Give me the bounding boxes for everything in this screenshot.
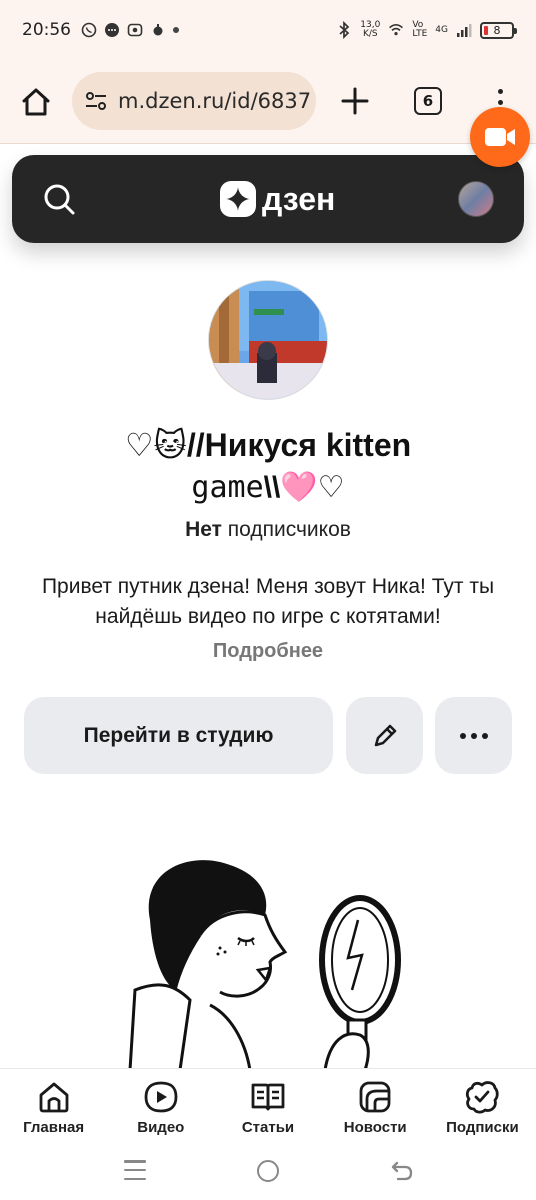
browser-toolbar: m.dzen.ru/id/6837 6 bbox=[0, 60, 536, 144]
news-icon bbox=[359, 1081, 391, 1113]
battery-level: 8 bbox=[493, 23, 501, 37]
net-speed-unit: K/S bbox=[362, 29, 378, 39]
nav-articles-label: Статьи bbox=[241, 1119, 295, 1136]
empty-state-illustration bbox=[120, 840, 420, 1070]
channel-avatar bbox=[208, 280, 328, 400]
status-bar: 20:56 13,0 K/S Vo LTE 4G 8 bbox=[0, 0, 536, 60]
menu-dot bbox=[497, 99, 503, 105]
status-time: 20:56 bbox=[22, 20, 71, 40]
nav-subscriptions-label: Подписки bbox=[446, 1119, 519, 1136]
plus-icon bbox=[341, 87, 369, 115]
articles-icon bbox=[251, 1083, 285, 1111]
avatar-image bbox=[209, 281, 327, 399]
channel-title-mono: game bbox=[191, 470, 264, 505]
nav-home-label: Главная bbox=[23, 1119, 85, 1136]
address-bar[interactable]: m.dzen.ru/id/6837 bbox=[72, 72, 316, 130]
dzen-header: дзен bbox=[12, 155, 524, 243]
nav-articles[interactable]: Статьи bbox=[214, 1069, 321, 1146]
recent-apps-button[interactable] bbox=[124, 1160, 146, 1180]
subscriber-count-rest: подписчиков bbox=[221, 518, 351, 541]
system-back-button[interactable] bbox=[390, 1158, 414, 1182]
volte-bottom: LTE bbox=[412, 29, 428, 39]
mirror-person-illustration bbox=[128, 860, 401, 1070]
nav-news-label: Новости bbox=[343, 1119, 407, 1136]
menu-line bbox=[124, 1177, 146, 1180]
pencil-icon bbox=[374, 724, 396, 746]
volte-indicator: Vo LTE bbox=[412, 21, 427, 39]
system-status-icons: 13,0 K/S Vo LTE 4G 8 bbox=[336, 21, 517, 39]
subscriber-count-bold: Нет bbox=[185, 518, 222, 541]
menu-dot bbox=[497, 89, 503, 94]
more-dot bbox=[459, 732, 466, 739]
nav-subscriptions[interactable]: Подписки bbox=[429, 1069, 536, 1146]
whatsapp-icon bbox=[81, 22, 97, 38]
subscriber-count: Нет подписчиков bbox=[20, 518, 516, 542]
nav-video-label: Видео bbox=[137, 1119, 185, 1136]
screen-record-button[interactable] bbox=[470, 107, 530, 167]
menu-line bbox=[124, 1168, 146, 1172]
site-settings-icon[interactable] bbox=[84, 89, 108, 113]
video-icon bbox=[144, 1081, 178, 1113]
url-text: m.dzen.ru/id/6837 bbox=[118, 89, 312, 113]
home-outline-icon bbox=[22, 88, 50, 116]
network-type: 4G bbox=[435, 24, 448, 35]
menu-line bbox=[124, 1160, 146, 1163]
go-to-studio-button[interactable]: Перейти в студию bbox=[24, 697, 333, 774]
new-tab-button[interactable] bbox=[338, 84, 372, 118]
nav-video[interactable]: Видео bbox=[107, 1069, 214, 1146]
search-icon bbox=[44, 184, 75, 215]
chat-icon bbox=[104, 22, 120, 38]
signal-icon bbox=[456, 22, 472, 38]
dzen-logo[interactable]: дзен bbox=[220, 180, 335, 218]
dzen-logo-text: дзен bbox=[262, 180, 336, 217]
record-icon bbox=[127, 22, 143, 38]
channel-title-line2: game\\🩷♡ bbox=[20, 468, 516, 508]
bluetooth-icon bbox=[336, 21, 352, 39]
app-icon bbox=[150, 22, 166, 38]
bottom-navigation: Главная Видео Статьи Новости Подписки bbox=[0, 1068, 536, 1146]
notification-icons bbox=[81, 22, 179, 38]
video-camera-icon bbox=[485, 128, 515, 146]
more-link[interactable]: Подробнее bbox=[20, 640, 516, 663]
more-dot bbox=[481, 732, 488, 739]
back-arrow-icon bbox=[391, 1161, 413, 1181]
channel-description: Привет путник дзена! Меня зовут Ника! Ту… bbox=[41, 575, 495, 628]
dzen-star-icon bbox=[220, 181, 256, 217]
subscriptions-icon bbox=[466, 1081, 500, 1114]
battery-indicator: 8 bbox=[480, 21, 517, 39]
home-icon bbox=[39, 1082, 68, 1113]
user-avatar[interactable] bbox=[458, 181, 494, 217]
system-home-button[interactable] bbox=[257, 1160, 279, 1182]
tab-switcher-button[interactable]: 6 bbox=[414, 87, 442, 115]
nav-news[interactable]: Новости bbox=[322, 1069, 429, 1146]
channel-title: ♡🐱//Никуся kitten bbox=[124, 427, 412, 463]
more-dot bbox=[470, 732, 477, 739]
more-notifications-icon bbox=[173, 27, 179, 33]
tab-count: 6 bbox=[422, 92, 434, 110]
wifi-icon bbox=[388, 22, 404, 38]
more-options-button[interactable] bbox=[435, 697, 512, 774]
search-button[interactable] bbox=[42, 182, 76, 216]
edit-button[interactable] bbox=[346, 697, 423, 774]
browser-home-button[interactable] bbox=[18, 84, 54, 120]
net-speed: 13,0 K/S bbox=[360, 21, 380, 39]
channel-title-rest: \\🩷♡ bbox=[263, 471, 345, 504]
system-navigation-bar bbox=[0, 1146, 536, 1200]
nav-home[interactable]: Главная bbox=[0, 1069, 107, 1146]
